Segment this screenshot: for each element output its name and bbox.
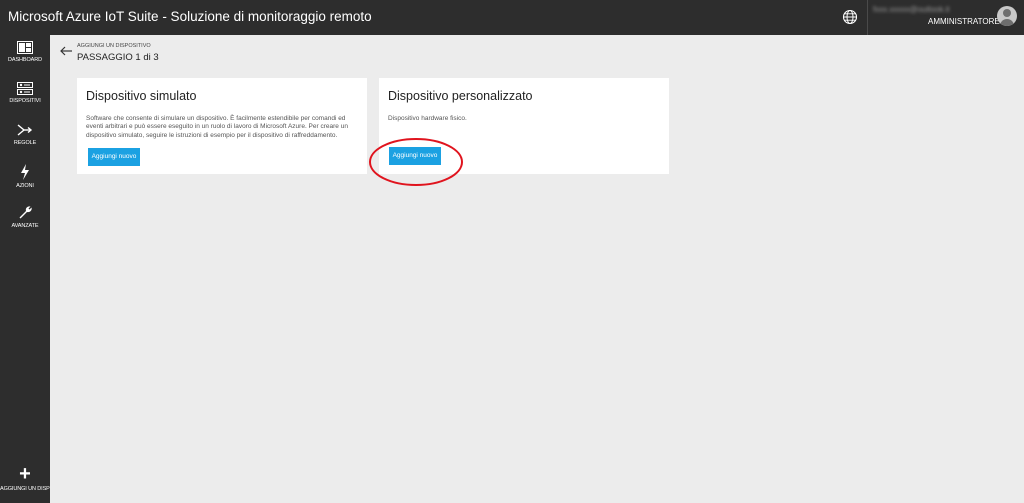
add-new-simulated-button[interactable]: Aggiungi nuovo <box>88 148 140 166</box>
user-role[interactable]: AMMINISTRATORE <box>928 17 1000 26</box>
sidebar: DASHBOARD DISPOSITIVI REGOLE AZIONI AVAN… <box>0 35 56 503</box>
sidebar-item-label: REGOLE <box>13 140 37 146</box>
sidebar-add-device[interactable]: + AGGIUNGI UN DISPO. <box>0 463 56 503</box>
avatar[interactable] <box>997 6 1017 26</box>
avatar-body-icon <box>1000 19 1014 26</box>
sidebar-item-label: DISPOSITIVI <box>9 98 41 104</box>
dashboard-icon <box>0 41 50 54</box>
highlight-ellipse-annotation <box>369 138 463 186</box>
sidebar-item-dashboard[interactable]: DASHBOARD <box>0 41 50 79</box>
wrench-icon <box>0 205 50 220</box>
plus-icon: + <box>19 463 31 485</box>
top-bar: Microsoft Azure IoT Suite - Soluzione di… <box>0 0 1024 35</box>
sidebar-item-advanced[interactable]: AVANZATE <box>0 205 50 243</box>
sidebar-item-label: AZIONI <box>16 183 34 189</box>
user-email: fxxx.xxxxx@outlook.it <box>873 5 950 14</box>
sidebar-item-label: DASHBOARD <box>8 57 42 63</box>
app-title: Microsoft Azure IoT Suite - Soluzione di… <box>8 9 372 24</box>
back-arrow-icon[interactable] <box>59 44 73 58</box>
card-description: Software che consente di simulare un dis… <box>86 115 348 139</box>
sidebar-item-devices[interactable]: DISPOSITIVI <box>0 82 50 120</box>
breadcrumb: AGGIUNGI UN DISPOSITIVO <box>77 43 151 49</box>
card-title: Dispositivo simulato <box>86 89 197 103</box>
lightning-icon <box>0 164 50 180</box>
card-title: Dispositivo personalizzato <box>388 89 533 103</box>
header-divider <box>867 0 868 35</box>
card-description: Dispositivo hardware fisico. <box>388 115 467 122</box>
sidebar-item-actions[interactable]: AZIONI <box>0 164 50 202</box>
card-simulated-device: Dispositivo simulato Software che consen… <box>77 78 367 174</box>
devices-icon <box>0 82 50 95</box>
sidebar-item-rules[interactable]: REGOLE <box>0 123 50 161</box>
page-title: PASSAGGIO 1 di 3 <box>77 52 159 63</box>
avatar-head-icon <box>1003 9 1011 17</box>
sidebar-item-label: AVANZATE <box>11 223 39 229</box>
globe-icon[interactable] <box>842 9 858 25</box>
rules-icon <box>0 123 50 137</box>
main-content: AGGIUNGI UN DISPOSITIVO PASSAGGIO 1 di 3… <box>50 35 1024 503</box>
sidebar-add-device-label: AGGIUNGI UN DISPO. <box>0 486 56 492</box>
